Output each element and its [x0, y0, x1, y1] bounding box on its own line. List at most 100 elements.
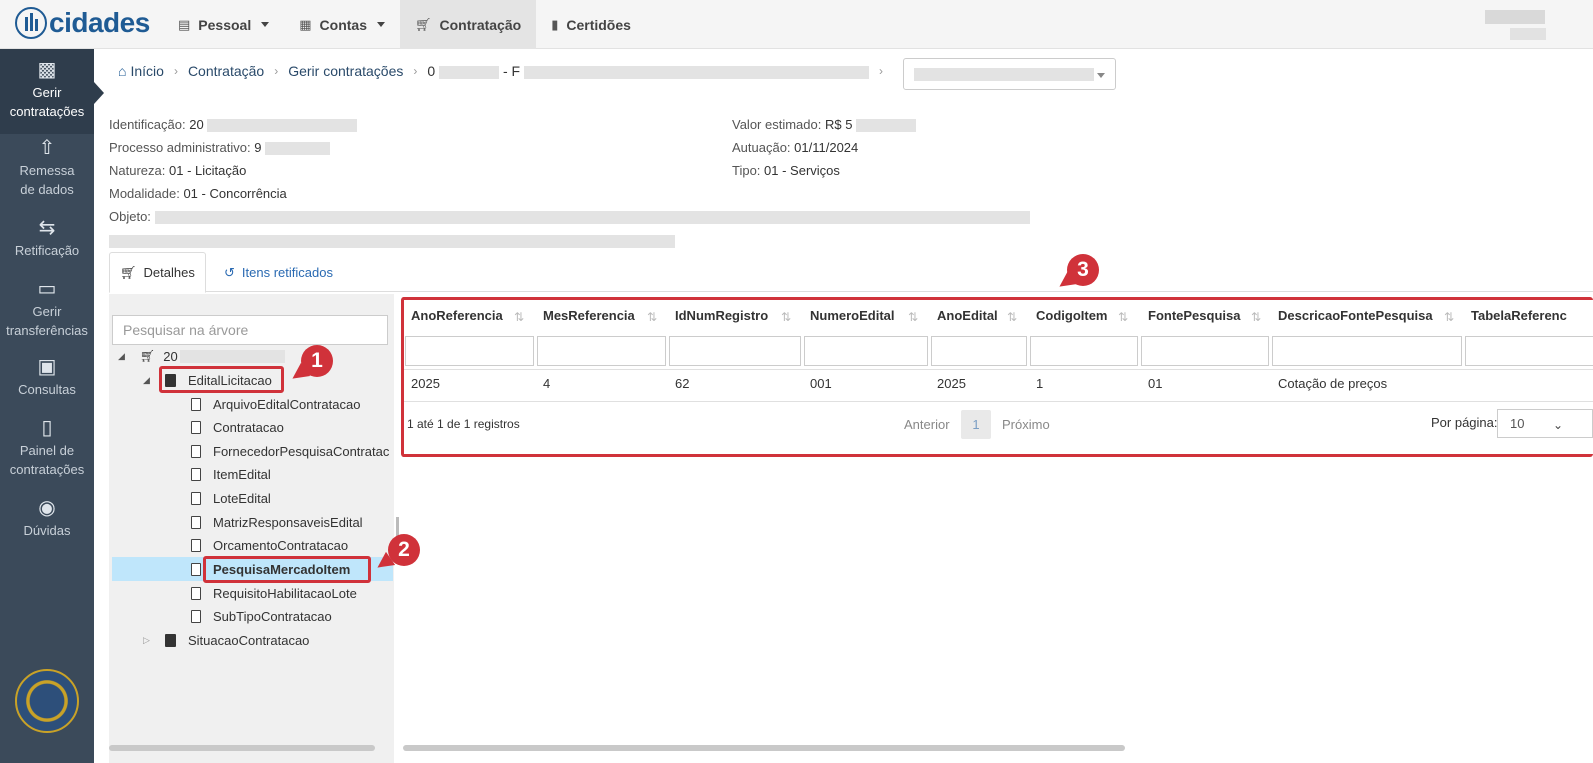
- home-icon: ⌂: [118, 63, 127, 79]
- chevron-down-icon: [376, 22, 385, 27]
- value: 20: [189, 117, 204, 132]
- chevron-right-icon: ›: [173, 64, 178, 78]
- annotation-badge-1: 1: [301, 345, 333, 377]
- sidebar-item-retificacao[interactable]: ⇆ Retificação: [0, 218, 94, 260]
- redacted-text: [914, 68, 1094, 81]
- tree-label: RequisitoHabilitacaoLote: [213, 585, 357, 601]
- logo-text: cidades: [49, 7, 150, 38]
- value: 01 - Serviços: [764, 163, 840, 178]
- sidebar-label: Gerir: [32, 85, 62, 100]
- tabs: 🛒︎ Detalhes ↺ Itens retificados: [109, 252, 1593, 293]
- tab-itens-retificados[interactable]: ↺ Itens retificados: [214, 252, 343, 293]
- tree-situacao-label: SituacaoContratacao: [188, 632, 310, 648]
- annotation-badge-2: 2: [388, 534, 420, 566]
- sidebar-item-painel[interactable]: ▯ Painel de contratações: [0, 418, 94, 479]
- grid-horizontal-scrollbar[interactable]: [403, 745, 1125, 751]
- info-tipo: Tipo: 01 - Serviços: [732, 163, 840, 178]
- tree-node-child[interactable]: SubTipoContratacao: [191, 605, 332, 627]
- sidebar-item-duvidas[interactable]: ◉ Dúvidas: [0, 497, 94, 540]
- tree-node-child[interactable]: MatrizResponsaveisEdital: [191, 511, 363, 533]
- annotation-box-2: [203, 556, 371, 583]
- sidebar-item-transferencias[interactable]: ▭ Gerir transferências: [0, 279, 94, 340]
- tab-itens-label: Itens retificados: [241, 265, 333, 280]
- file-icon: [191, 515, 201, 529]
- value: 01/11/2024: [794, 140, 859, 155]
- building-icon: ▩: [37, 59, 57, 81]
- tree-label: ArquivoEditalContratacao: [213, 396, 361, 412]
- logo-icon: [15, 7, 47, 39]
- redacted-text: [523, 65, 869, 79]
- file-icon: [191, 397, 201, 411]
- tree-node-child[interactable]: ItemEdital: [191, 463, 271, 485]
- nav-certidoes[interactable]: ▮ Certidões: [536, 0, 646, 49]
- tree-label: OrcamentoContratacao: [213, 537, 349, 553]
- tree-label: MatrizResponsaveisEdital: [213, 514, 363, 530]
- tree-label: LoteEdital: [213, 490, 271, 506]
- user-name-redacted[interactable]: [1485, 10, 1545, 24]
- contratacao-select[interactable]: [903, 58, 1116, 90]
- info-processo: Processo administrativo: 9: [109, 140, 331, 156]
- label: Modalidade:: [109, 186, 180, 201]
- question-icon: ◉: [38, 497, 56, 519]
- tree-node-root[interactable]: ◢ 🛒︎ 20: [118, 345, 285, 367]
- sidebar-item-consultas[interactable]: ▣ Consultas: [0, 356, 94, 399]
- breadcrumb-current-mid: - F: [502, 63, 521, 79]
- sidebar-label: Retificação: [14, 243, 80, 258]
- sidebar-label: Dúvidas: [23, 523, 71, 538]
- sidebar-label: Consultas: [18, 382, 76, 397]
- tree-node-child[interactable]: RequisitoHabilitacaoLote: [191, 582, 357, 604]
- tree-label: Contratacao: [213, 419, 284, 435]
- value: 01 - Licitação: [169, 163, 247, 178]
- redacted-text: [179, 349, 285, 363]
- redacted-text: [154, 211, 1030, 225]
- cidades-logo[interactable]: cidades: [15, 7, 150, 39]
- tab-detalhes[interactable]: 🛒︎ Detalhes: [109, 252, 206, 293]
- breadcrumb-contratacao[interactable]: Contratação: [188, 63, 264, 79]
- tree-label: SubTipoContratacao: [213, 608, 332, 624]
- active-indicator-arrow: [94, 82, 104, 104]
- user-role-redacted: [1510, 28, 1546, 40]
- calendar-icon: ▦: [299, 16, 312, 32]
- chevron-down-icon: [1097, 73, 1105, 78]
- chevron-right-icon: ›: [413, 64, 418, 78]
- tree-label: FornecedorPesquisaContratac: [213, 443, 390, 459]
- info-modalidade: Modalidade: 01 - Concorrência: [109, 186, 287, 201]
- sidebar-label: contratações: [9, 462, 85, 477]
- value: 01 - Concorrência: [183, 186, 287, 201]
- tree-node-child[interactable]: FornecedorPesquisaContratac: [191, 440, 393, 462]
- file-icon: [191, 491, 201, 505]
- tree-node-child[interactable]: LoteEdital: [191, 487, 271, 509]
- redacted-text: [439, 65, 500, 79]
- chevron-right-icon: ›: [878, 64, 883, 78]
- tree-node-child[interactable]: OrcamentoContratacao: [191, 534, 348, 556]
- book-icon: ▣: [37, 356, 57, 378]
- nav-pessoal-label: Pessoal: [198, 16, 252, 33]
- redacted-text: [109, 235, 675, 249]
- sidebar-label: Gerir: [32, 304, 62, 319]
- sidebar-item-remessa[interactable]: ⇧ Remessa de dados: [0, 138, 94, 199]
- nav-pessoal[interactable]: ▤ Pessoal: [163, 0, 284, 49]
- tree-node-situacao[interactable]: ▷ SituacaoContratacao: [143, 629, 309, 651]
- file-icon: [191, 444, 201, 458]
- nav-contas[interactable]: ▦ Contas: [284, 0, 400, 49]
- label: Natureza:: [109, 163, 166, 178]
- label: Processo administrativo:: [109, 140, 251, 155]
- sidebar-item-gerir-contratacoes[interactable]: ▩ Gerir contratações: [0, 49, 94, 134]
- sidebar-label: contratações: [9, 104, 85, 119]
- tree-search-input[interactable]: Pesquisar na árvore: [112, 315, 388, 345]
- label: Objeto:: [109, 209, 151, 224]
- book-icon: [165, 633, 176, 647]
- tab-detalhes-label: Detalhes: [143, 265, 195, 280]
- home-link[interactable]: ⌂ Início: [118, 63, 164, 79]
- info-identificacao: Identificação: 20: [109, 117, 358, 133]
- file-icon: [191, 420, 201, 434]
- tree-node-child[interactable]: Contratacao: [191, 416, 284, 438]
- tree-horizontal-scrollbar[interactable]: [109, 745, 375, 751]
- breadcrumb-home: Início: [130, 63, 164, 79]
- breadcrumb-current-prefix: 0: [427, 63, 436, 79]
- nav-contratacao[interactable]: 🛒︎ Contratação: [399, 0, 537, 49]
- breadcrumb-gerir-contratacoes[interactable]: Gerir contratações: [288, 63, 403, 79]
- file-icon: [191, 609, 201, 623]
- tree-node-child[interactable]: ArquivoEditalContratacao: [191, 393, 360, 415]
- sidebar-label: transferências: [6, 323, 88, 338]
